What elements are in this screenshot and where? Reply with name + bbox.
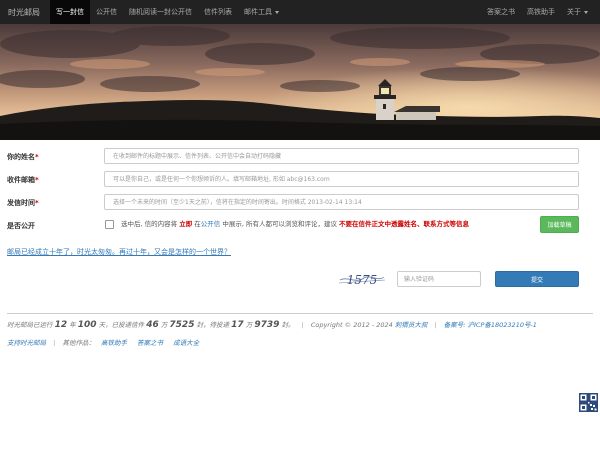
nav-public-letters[interactable]: 公开信 [90, 0, 123, 24]
caret-down-icon [275, 10, 279, 14]
copyright-text: Copyright © 2012 - 2024 [310, 321, 393, 329]
nav-letter-list[interactable]: 信件列表 [198, 0, 238, 24]
load-draft-button[interactable]: 加载草稿 [540, 216, 579, 233]
captcha-image[interactable]: 1575 [338, 268, 386, 290]
name-label: 你的姓名* [7, 153, 39, 161]
other-link-idioms[interactable]: 成语大全 [173, 339, 199, 347]
footer-links: 支持时光邮局 | 其他作品： 高铁助手 答案之书 成语大全 [7, 339, 200, 347]
nav-random-letter[interactable]: 随机阅读一封公开信 [123, 0, 198, 24]
other-works-label: 其他作品： [62, 339, 95, 347]
qr-code-icon[interactable] [579, 393, 598, 412]
public-note: 选中后, 信的内容将 立即 在公开信 中展示, 所有人都可以浏览和评论，建议 不… [121, 220, 470, 228]
nav-train-helper[interactable]: 高铁助手 [521, 0, 561, 24]
nav-mail-tools-dropdown[interactable]: 邮件工具 [238, 0, 285, 24]
footer-divider [7, 313, 593, 314]
anniversary-teaser-link[interactable]: 邮局已经成立十年了，时光太匆匆。再过十年，又会是怎样的一个世界？ [7, 247, 231, 257]
nav-mail-tools-label: 邮件工具 [244, 8, 272, 16]
submit-button[interactable]: 提交 [495, 271, 579, 287]
icp-label: 备案号: [443, 321, 466, 329]
name-input[interactable] [104, 148, 579, 164]
brand-logo[interactable]: 时光邮局 [0, 0, 50, 24]
other-link-train-helper[interactable]: 高铁助手 [101, 339, 127, 347]
captcha-text: 1575 [347, 273, 378, 287]
support-link[interactable]: 支持时光邮局 [7, 339, 46, 347]
nav-right-group: 答案之书 高铁助手 关于 [481, 0, 600, 24]
hero-banner-image [0, 24, 600, 140]
public-label: 是否公开 [7, 222, 35, 230]
author-link[interactable]: 刺猬员大叔 [395, 321, 428, 329]
nav-answer-book[interactable]: 答案之书 [481, 0, 521, 24]
nav-about-dropdown[interactable]: 关于 [561, 0, 600, 24]
public-letters-link[interactable]: 公开信 [201, 220, 221, 228]
caret-down-icon [584, 10, 588, 14]
nav-write-letter[interactable]: 写一封信 [50, 0, 90, 24]
nav-about-label: 关于 [567, 8, 581, 16]
footer-stats: 时光邮局已运行 12 年 100 天，已投递信件 46 万 7525 封，待投递… [7, 320, 537, 330]
sunset-lighthouse-image [0, 24, 600, 140]
send-time-input[interactable] [104, 194, 579, 210]
email-label: 收件邮箱* [7, 176, 39, 184]
top-navbar: 时光邮局 写一封信 公开信 随机阅读一封公开信 信件列表 邮件工具 答案之书 高… [0, 0, 600, 24]
icp-link[interactable]: 沪ICP备18023210号-1 [468, 321, 537, 329]
other-link-answer-book[interactable]: 答案之书 [137, 339, 163, 347]
captcha-input[interactable] [397, 271, 481, 287]
email-input[interactable] [104, 171, 579, 187]
send-time-label: 发信时间* [7, 199, 39, 207]
